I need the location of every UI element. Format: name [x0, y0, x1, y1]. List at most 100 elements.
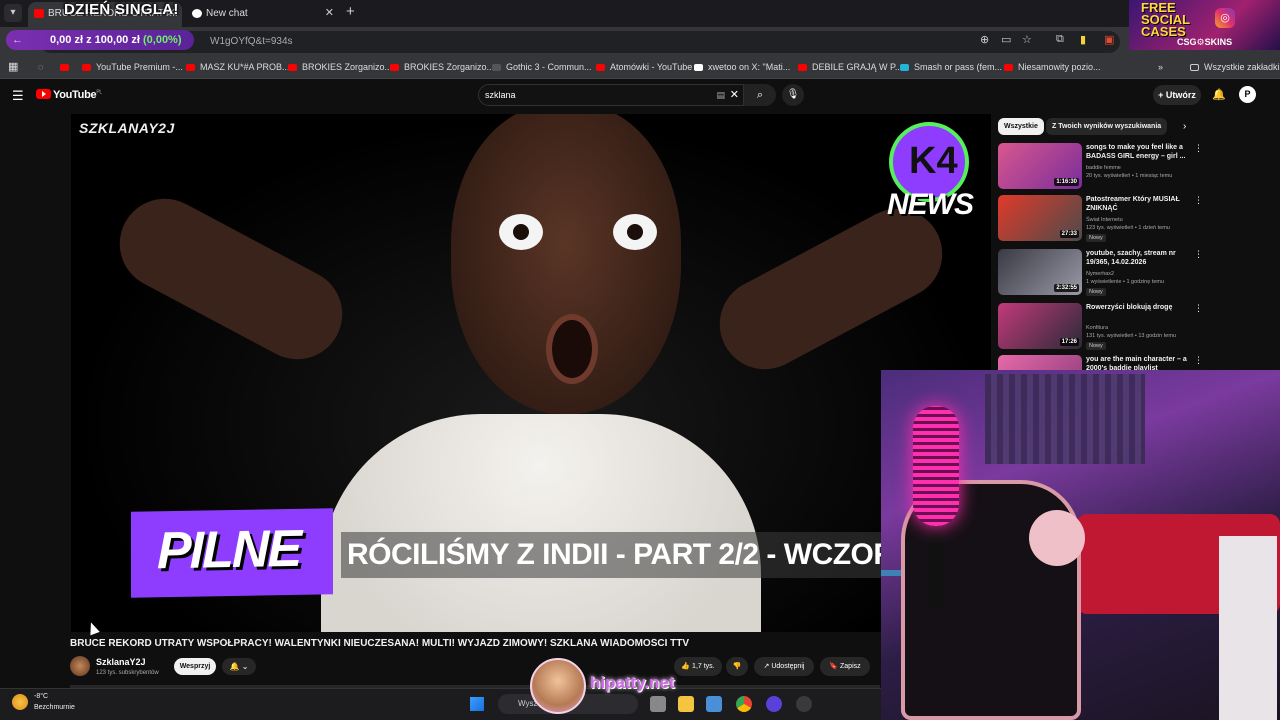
search-input[interactable]: szklana ▤ ✕: [478, 84, 744, 106]
recommended-video[interactable]: 2:32:55 youtube, szachy, stream nr 19/36…: [998, 249, 1278, 299]
video-frame-eye: [613, 214, 657, 250]
bookmark-item[interactable]: MASZ KU*#A PROB...: [186, 62, 290, 72]
donation-goal-overlay: ← 0,00 zł z 100,00 zł (0,00%): [6, 30, 194, 50]
keyboard-icon[interactable]: ▤: [716, 85, 725, 105]
more-options-icon[interactable]: ⋮: [1194, 249, 1203, 260]
bookmark-item[interactable]: Smash or pass (fem...: [900, 62, 1002, 72]
pilne-banner: PILNE: [131, 508, 333, 598]
recommended-channel[interactable]: Nymerhax2: [1086, 271, 1114, 277]
windows-start-icon[interactable]: [470, 697, 484, 711]
donation-current: 0,00 zł: [50, 34, 84, 46]
bookmark-star-icon[interactable]: ☆: [1022, 33, 1032, 46]
steam-icon[interactable]: [796, 696, 812, 712]
chrome-icon[interactable]: [736, 696, 752, 712]
weather-description[interactable]: Bezchmurnie: [34, 704, 75, 711]
recommended-title[interactable]: youtube, szachy, stream nr 19/365, 14.02…: [1086, 249, 1198, 267]
task-view-icon[interactable]: [650, 696, 666, 712]
extension-icon[interactable]: ⧉: [1056, 33, 1064, 46]
bookmark-item[interactable]: YouTube Premium -...: [82, 62, 183, 72]
bookmark-item[interactable]: Niesamowity pozio...: [1004, 62, 1101, 72]
support-button[interactable]: Wesprzyj: [174, 658, 216, 675]
bookmark-item[interactable]: DEBILE GRAJĄ W P...: [798, 62, 902, 72]
bookmark-item[interactable]: Atomówki - YouTube: [596, 62, 692, 72]
recommended-title[interactable]: songs to make you feel like a BADASS GIR…: [1086, 143, 1198, 161]
video-frame-shirt: [321, 414, 761, 632]
bookmarks-overflow-icon[interactable]: »: [1158, 62, 1163, 72]
cast-icon[interactable]: ▭: [1001, 33, 1011, 46]
recommended-video[interactable]: 17:26 Rowerzyści blokują drogę Konfitura…: [998, 303, 1278, 353]
bookmark-item[interactable]: xwetoo on X: "Mati...: [694, 62, 790, 72]
chatgpt-favicon-icon: [192, 9, 202, 18]
streamer-avatar: [530, 658, 586, 714]
account-avatar[interactable]: P: [1239, 86, 1256, 103]
video-thumbnail[interactable]: 17:26: [998, 303, 1082, 349]
bookmark-generic-icon[interactable]: ◌: [38, 62, 43, 72]
video-thumbnail[interactable]: 2:32:55: [998, 249, 1082, 295]
video-thumbnail[interactable]: 27:33: [998, 195, 1082, 241]
recommended-video[interactable]: 1:16:30 songs to make you feel like a BA…: [998, 143, 1278, 193]
new-tab-button[interactable]: +: [346, 3, 355, 20]
more-options-icon[interactable]: ⋮: [1194, 303, 1203, 314]
chip-all[interactable]: Wszystkie: [998, 118, 1044, 135]
file-explorer-icon[interactable]: [678, 696, 694, 712]
donation-percent: (0,00%): [142, 34, 182, 46]
bookmark-youtube-icon[interactable]: [60, 62, 74, 72]
zoom-icon[interactable]: ⊕: [980, 33, 989, 46]
more-options-icon[interactable]: ⋮: [1194, 195, 1203, 206]
extension-l-icon[interactable]: ▮: [1080, 33, 1086, 46]
voice-search-icon[interactable]: 🎙: [782, 84, 804, 106]
close-tab-icon[interactable]: ✕: [325, 2, 334, 25]
recommended-title[interactable]: you are the main character – a 2000's ba…: [1086, 355, 1198, 370]
video-player[interactable]: SZKLANAY2J K4 NEWS PILNE RÓCILIŚMY Z IND…: [71, 114, 991, 632]
recommended-channel[interactable]: baddie femme: [1086, 165, 1121, 171]
save-button[interactable]: 🔖 Zapisz: [820, 657, 870, 676]
weather-icon[interactable]: [12, 694, 28, 710]
donation-goal: 100,00 zł: [94, 34, 140, 46]
bookmark-item[interactable]: BROKIES Zorganizo...: [390, 62, 494, 72]
more-options-icon[interactable]: ⋮: [1194, 143, 1203, 154]
share-button[interactable]: ↗ Udostępnij: [754, 657, 814, 676]
recommended-video[interactable]: 27:33 Patostreamer Który MUSIAŁ ZNIKNĄĆ …: [998, 195, 1278, 245]
channel-name[interactable]: SzklanaY2J: [96, 657, 146, 667]
recommended-title[interactable]: Patostreamer Który MUSIAŁ ZNIKNĄĆ: [1086, 195, 1198, 213]
more-options-icon[interactable]: ⋮: [1194, 355, 1203, 366]
recommended-video[interactable]: you are the main character – a 2000's ba…: [998, 355, 1278, 370]
youtube-logo[interactable]: YouTubePL: [36, 89, 102, 101]
search-button[interactable]: ⌕: [744, 84, 776, 106]
video-thumbnail[interactable]: [998, 355, 1082, 370]
recommended-channel[interactable]: Świat Internetu: [1086, 217, 1123, 223]
recommended-meta: 20 tys. wyświetleń • 1 miesiąc temu: [1086, 173, 1173, 179]
video-thumbnail[interactable]: 1:16:30: [998, 143, 1082, 189]
channel-avatar[interactable]: [70, 656, 90, 676]
video-frame-mouth: [546, 314, 598, 384]
new-badge: Nowy: [1086, 234, 1106, 242]
recommended-channel[interactable]: Konfitura: [1086, 325, 1108, 331]
chip-from-search[interactable]: Z Twoich wyników wyszukiwania: [1046, 118, 1168, 135]
extension-red-icon[interactable]: ▣: [1104, 33, 1114, 46]
store-icon[interactable]: [706, 696, 722, 712]
menu-icon[interactable]: ☰: [12, 88, 24, 104]
weather-temperature[interactable]: -8°C: [34, 693, 48, 700]
youtube-header: ☰ YouTubePL szklana ▤ ✕ ⌕ 🎙 + Utwórz 🔔 P: [0, 80, 1280, 112]
all-bookmarks-folder[interactable]: Wszystkie zakładki: [1190, 62, 1280, 72]
back-arrow-icon[interactable]: ←: [12, 30, 23, 50]
subscriber-count: 123 tys. subskrybentów: [96, 670, 159, 676]
clear-search-icon[interactable]: ✕: [730, 85, 739, 105]
create-button[interactable]: + Utwórz: [1153, 85, 1201, 105]
notifications-bell-icon[interactable]: 🔔: [1212, 88, 1226, 101]
recommended-title[interactable]: Rowerzyści blokują drogę: [1086, 303, 1198, 312]
tab-list-button[interactable]: ▾: [4, 4, 22, 22]
instagram-icon: ◎: [1215, 8, 1235, 28]
chips-next-icon[interactable]: ›: [1183, 121, 1186, 132]
dislike-button[interactable]: 👎: [726, 657, 748, 676]
youtube-favicon-icon: [34, 9, 44, 18]
like-button[interactable]: 👍 1,7 tys.: [674, 657, 722, 676]
bookmark-item[interactable]: BROKIES Zorganizo...: [288, 62, 392, 72]
bookmark-item[interactable]: Gothic 3 - Commun...: [492, 62, 592, 72]
streamer-webcam-overlay: [881, 370, 1280, 720]
apps-grid-icon[interactable]: ▦: [8, 60, 18, 73]
url-field[interactable]: W1gOYfQ&t=934s: [40, 31, 1120, 53]
subscription-bell-button[interactable]: 🔔 ⌄: [222, 658, 256, 675]
app-icon[interactable]: [766, 696, 782, 712]
tab-new-chat[interactable]: New chat ✕: [186, 2, 340, 27]
